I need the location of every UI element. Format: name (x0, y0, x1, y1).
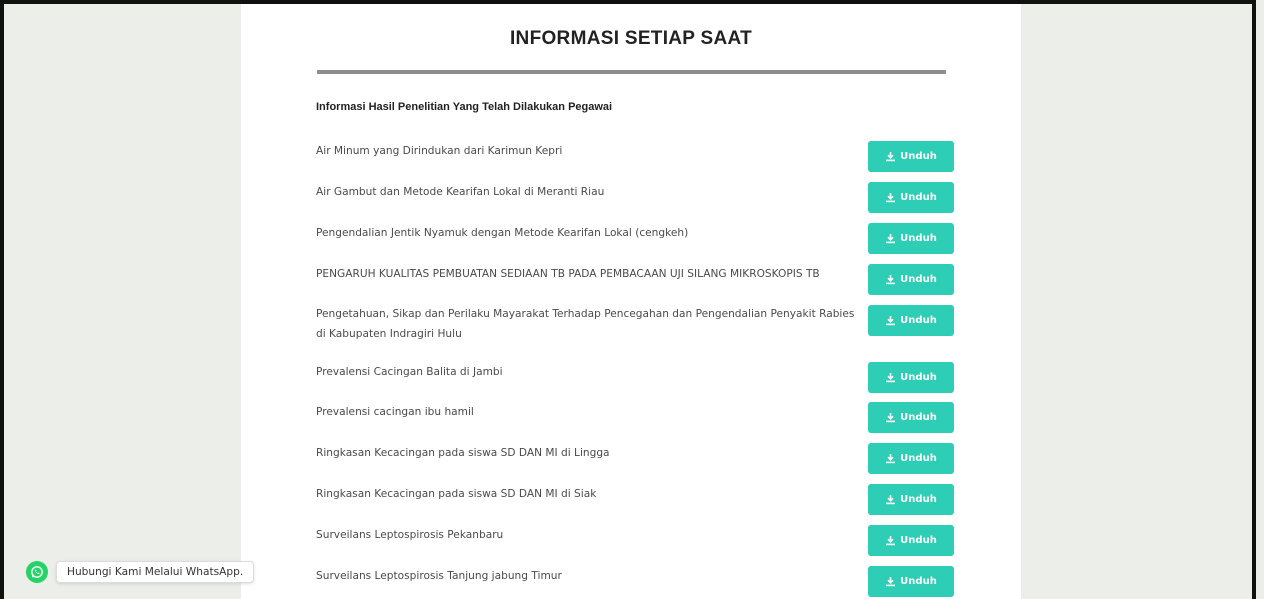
download-icon (886, 413, 896, 423)
download-icon (886, 152, 896, 162)
download-icon (886, 234, 896, 244)
list-item-title: Ringkasan Kecacingan pada siswa SD DAN M… (316, 488, 597, 500)
whatsapp-label[interactable]: Hubungi Kami Melalui WhatsApp. (56, 561, 255, 583)
page-title: INFORMASI SETIAP SAAT (509, 28, 753, 49)
download-label: Unduh (900, 494, 937, 505)
download-button[interactable]: Unduh (868, 264, 954, 295)
list-item-title: Prevalensi Cacingan Balita di Jambi (316, 366, 503, 378)
download-button[interactable]: Unduh (868, 141, 954, 172)
download-icon (886, 316, 896, 326)
download-button[interactable]: Unduh (868, 484, 954, 515)
download-label: Unduh (900, 274, 937, 285)
download-button[interactable]: Unduh (868, 182, 954, 213)
content-panel: INFORMASI SETIAP SAAT Informasi Hasil Pe… (241, 0, 1021, 599)
download-button[interactable]: Unduh (868, 443, 954, 474)
download-label: Unduh (900, 233, 937, 244)
download-button[interactable]: Unduh (868, 566, 954, 597)
list-item-title: Air Minum yang Dirindukan dari Karimun K… (316, 145, 563, 157)
list-item-title: Pengendalian Jentik Nyamuk dengan Metode… (316, 227, 689, 239)
section-heading: Informasi Hasil Penelitian Yang Telah Di… (316, 101, 613, 113)
download-button[interactable]: Unduh (868, 402, 954, 433)
title-divider (317, 70, 946, 74)
list-item-title: Surveilans Leptospirosis Pekanbaru (316, 529, 504, 541)
download-label: Unduh (900, 576, 937, 587)
download-button[interactable]: Unduh (868, 525, 954, 556)
download-label: Unduh (900, 453, 937, 464)
download-button[interactable]: Unduh (868, 223, 954, 254)
download-label: Unduh (900, 151, 937, 162)
list-item-title: Pengetahuan, Sikap dan Perilaku Mayaraka… (316, 308, 855, 340)
download-icon (886, 454, 896, 464)
list-item-title: Prevalensi cacingan ibu hamil (316, 406, 474, 418)
download-icon (886, 275, 896, 285)
list-item-title: Air Gambut dan Metode Kearifan Lokal di … (316, 186, 605, 198)
list-item-title: Ringkasan Kecacingan pada siswa SD DAN M… (316, 447, 610, 459)
whatsapp-widget[interactable]: Hubungi Kami Melalui WhatsApp. (26, 561, 255, 583)
download-button[interactable]: Unduh (868, 362, 954, 393)
download-label: Unduh (900, 412, 937, 423)
download-icon (886, 495, 896, 505)
download-icon (886, 373, 896, 383)
download-button[interactable]: Unduh (868, 305, 954, 336)
download-icon (886, 536, 896, 546)
download-label: Unduh (900, 192, 937, 203)
list-item-title: PENGARUH KUALITAS PEMBUATAN SEDIAAN TB P… (316, 268, 820, 280)
download-icon (886, 193, 896, 203)
download-icon (886, 577, 896, 587)
download-label: Unduh (900, 315, 937, 326)
list-item-title: Surveilans Leptospirosis Tanjung jabung … (316, 570, 562, 582)
whatsapp-icon[interactable] (26, 561, 48, 583)
download-label: Unduh (900, 535, 937, 546)
download-label: Unduh (900, 372, 937, 383)
